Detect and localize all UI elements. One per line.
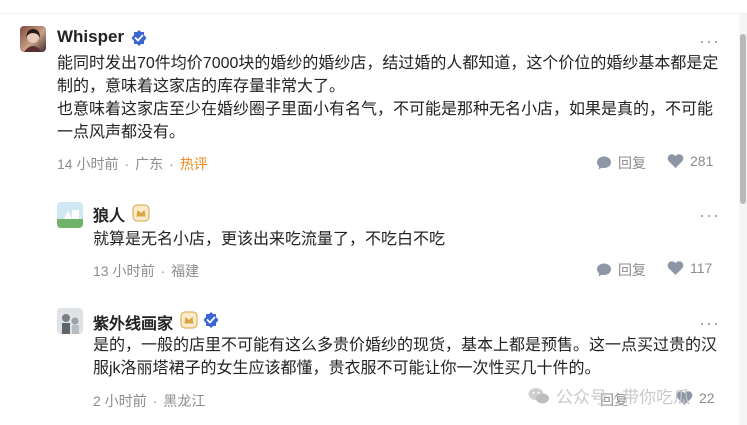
comment-location: 黑龙江 [163, 393, 206, 409]
comment-location: 福建 [171, 263, 200, 279]
like-icon [667, 154, 684, 168]
comment-meta: 14 小时前 · 广东 · 热评 [57, 156, 208, 172]
comment-location: 广东 [135, 156, 164, 172]
more-icon[interactable]: ··· [699, 32, 720, 50]
comment-time: 2 小时前 [93, 393, 147, 409]
reply-icon [597, 156, 611, 170]
watermark: 公众号 · 带你吃瓜 [528, 383, 690, 408]
reply-label: 回复 [618, 262, 646, 278]
reply-icon [597, 263, 611, 277]
level-badge-icon [180, 311, 198, 329]
verified-badge-icon [203, 312, 219, 328]
comment-time: 14 小时前 [57, 156, 119, 172]
scrollbar-track[interactable] [739, 14, 747, 425]
comment-item: Whisper ··· 能同时发出70件均价7000块的婚纱的婚纱店，结过婚的人… [0, 0, 735, 190]
reply-button[interactable]: 回复 [596, 260, 646, 280]
comment-paragraph: 也意味着这家店至少在婚纱圈子里面小有名气，不可能是那种无名小店，如果是真的，不可… [57, 101, 714, 141]
reply-label: 回复 [618, 155, 646, 171]
comment-meta: 2 小时前 · 黑龙江 [93, 393, 206, 409]
author-name[interactable]: Whisper [57, 27, 124, 47]
comment-item: 狼人 ··· 就算是无名小店，更该出来吃流量了，不吃白不吃 13 小时前 · 福建 … [0, 190, 735, 290]
scrollbar-thumb[interactable] [740, 34, 746, 204]
like-count: 281 [690, 153, 714, 169]
avatar[interactable] [57, 202, 83, 228]
comment-time: 13 小时前 [93, 263, 155, 279]
avatar[interactable] [20, 26, 46, 52]
comment-meta: 13 小时前 · 福建 [93, 263, 200, 279]
comment-paragraph: 就算是无名小店，更该出来吃流量了，不吃白不吃 [93, 231, 446, 248]
watermark-text: 公众号 · 带你吃瓜 [556, 388, 691, 407]
avatar-photo [24, 29, 42, 52]
like-button[interactable]: 117 [667, 260, 712, 276]
comment-paragraph: 是的，一般的店里不可能有这么多贵价婚纱的现货，基本上都是预售。这一点买过贵的汉服… [93, 337, 718, 377]
author-name[interactable]: 紫外线画家 [93, 310, 173, 334]
more-icon[interactable]: ··· [699, 206, 720, 224]
comment-paragraph: 能同时发出70件均价7000块的婚纱的婚纱店，结过婚的人都知道，这个价位的婚纱基… [57, 55, 719, 95]
like-button[interactable]: 281 [667, 153, 713, 169]
like-icon [667, 261, 684, 275]
author-name[interactable]: 狼人 [93, 202, 125, 226]
verified-badge-icon [131, 30, 147, 46]
avatar[interactable] [57, 308, 83, 334]
level-badge-icon [132, 204, 150, 222]
hot-tag: 热评 [179, 156, 208, 172]
avatar-photo [57, 308, 83, 334]
avatar-photo [57, 210, 83, 228]
comment-text: 能同时发出70件均价7000块的婚纱的婚纱店，结过婚的人都知道，这个价位的婚纱基… [57, 52, 722, 144]
comment-text: 是的，一般的店里不可能有这么多贵价婚纱的现货，基本上都是预售。这一点买过贵的汉服… [93, 334, 723, 380]
wechat-icon [528, 387, 549, 403]
comment-text: 就算是无名小店，更该出来吃流量了，不吃白不吃 [93, 228, 713, 251]
like-count: 22 [699, 390, 715, 406]
reply-button[interactable]: 回复 [596, 153, 646, 173]
like-count: 117 [690, 260, 713, 276]
more-icon[interactable]: ··· [699, 314, 720, 332]
